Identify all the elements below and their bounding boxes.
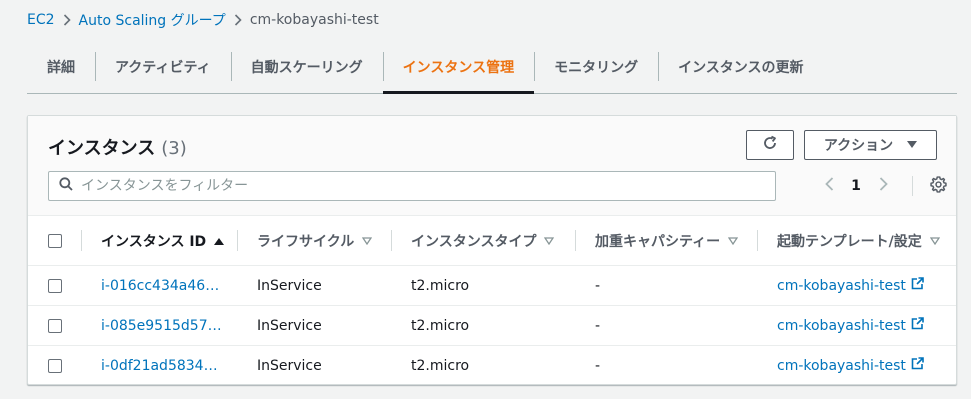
- sortable-icon: [362, 236, 373, 245]
- row-checkbox[interactable]: [47, 278, 62, 293]
- table-row[interactable]: i-0df21ad58340… InService t2.micro - cm-…: [28, 345, 956, 386]
- weighted-capacity-value: -: [595, 317, 601, 334]
- header-label: インスタンスタイプ: [411, 233, 537, 250]
- chevron-left-icon: [824, 177, 834, 195]
- tab-activity[interactable]: アクティビティ: [95, 40, 231, 93]
- weighted-capacity-value: -: [595, 277, 601, 294]
- sortable-icon: [728, 236, 739, 245]
- page-number[interactable]: 1: [844, 178, 868, 194]
- launch-template-link[interactable]: cm-kobayashi-test: [757, 357, 924, 374]
- panel-title-text: インスタンス: [48, 138, 156, 159]
- header-lifecycle[interactable]: ライフサイクル: [237, 216, 391, 266]
- actions-dropdown-button[interactable]: アクション: [804, 130, 937, 160]
- instance-count: (3): [161, 138, 187, 159]
- filter-field: [48, 171, 776, 201]
- tab-instance-refresh[interactable]: インスタンスの更新: [658, 40, 823, 93]
- breadcrumb-current: cm-kobayashi-test: [249, 12, 379, 28]
- search-icon: [59, 177, 73, 195]
- lifecycle-value: InService: [257, 317, 322, 334]
- header-select-all: [28, 216, 81, 266]
- caret-down-icon: [907, 137, 918, 153]
- panel-header: インスタンス (3) アクション インスタンスをフィルター 1: [28, 116, 956, 216]
- select-all-checkbox[interactable]: [47, 233, 62, 248]
- instance-type-value: t2.micro: [411, 357, 470, 374]
- header-label: 起動テンプレート/設定: [777, 233, 922, 250]
- panel-title: インスタンス (3): [48, 134, 187, 160]
- instance-type-value: t2.micro: [411, 317, 470, 334]
- refresh-button[interactable]: [746, 130, 794, 160]
- tab-details[interactable]: 詳細: [27, 40, 95, 93]
- chevron-right-icon: [226, 14, 250, 26]
- sortable-icon: [929, 236, 940, 245]
- header-weighted-capacity[interactable]: 加重キャパシティー: [575, 216, 757, 266]
- previous-page-button[interactable]: [814, 171, 844, 201]
- sortable-icon: [544, 236, 555, 245]
- pagination: 1: [814, 171, 953, 201]
- tab-instance-management[interactable]: インスタンス管理: [382, 40, 535, 94]
- pager-divider: [912, 176, 913, 196]
- header-label: ライフサイクル: [257, 233, 355, 250]
- chevron-right-icon: [55, 14, 79, 26]
- external-link-icon: [911, 357, 924, 374]
- weighted-capacity-value: -: [595, 357, 601, 374]
- next-page-button[interactable]: [868, 171, 898, 201]
- table-row[interactable]: i-085e9515d57c… InService t2.micro - cm-…: [28, 305, 956, 346]
- external-link-icon: [911, 317, 924, 334]
- header-instance-id[interactable]: インスタンス ID: [81, 216, 237, 266]
- breadcrumb-link-asg[interactable]: Auto Scaling グループ: [79, 10, 226, 30]
- table-header-row: インスタンス ID ライフサイクル インスタンスタイプ 加重キャパシティー 起動…: [28, 216, 956, 266]
- chevron-right-icon: [879, 177, 888, 195]
- launch-template-link[interactable]: cm-kobayashi-test: [757, 277, 924, 294]
- breadcrumb: EC2 Auto Scaling グループ cm-kobayashi-test: [27, 10, 379, 30]
- tab-monitoring[interactable]: モニタリング: [534, 40, 658, 93]
- refresh-icon: [762, 135, 778, 155]
- breadcrumb-link-ec2[interactable]: EC2: [27, 12, 55, 28]
- launch-template-link[interactable]: cm-kobayashi-test: [757, 317, 924, 334]
- lifecycle-value: InService: [257, 277, 322, 294]
- tab-automatic-scaling[interactable]: 自動スケーリング: [230, 40, 383, 93]
- filter-input[interactable]: [81, 178, 775, 194]
- lifecycle-value: InService: [257, 357, 322, 374]
- row-checkbox[interactable]: [47, 358, 62, 373]
- instances-table: インスタンス ID ライフサイクル インスタンスタイプ 加重キャパシティー 起動…: [28, 216, 956, 386]
- instance-id-link[interactable]: i-0df21ad58340…: [81, 358, 223, 374]
- preferences-button[interactable]: [923, 171, 953, 201]
- sort-ascending-icon: [214, 237, 225, 245]
- gear-icon: [929, 175, 947, 197]
- external-link-icon: [911, 277, 924, 294]
- actions-label: アクション: [823, 138, 894, 154]
- header-instance-type[interactable]: インスタンスタイプ: [391, 216, 575, 266]
- instances-panel: インスタンス (3) アクション インスタンスをフィルター 1 インスタンス I…: [27, 115, 957, 385]
- instance-type-value: t2.micro: [411, 277, 470, 294]
- header-launch-template[interactable]: 起動テンプレート/設定: [757, 216, 956, 266]
- row-checkbox[interactable]: [47, 318, 62, 333]
- table-row[interactable]: i-016cc434a461… InService t2.micro - cm-…: [28, 265, 956, 306]
- instance-id-link[interactable]: i-016cc434a461…: [81, 278, 223, 294]
- instance-id-link[interactable]: i-085e9515d57c…: [81, 318, 223, 334]
- tab-bar: 詳細 アクティビティ 自動スケーリング インスタンス管理 モニタリング インスタ…: [27, 40, 957, 94]
- header-label: インスタンス ID: [101, 233, 207, 250]
- header-label: 加重キャパシティー: [595, 233, 721, 250]
